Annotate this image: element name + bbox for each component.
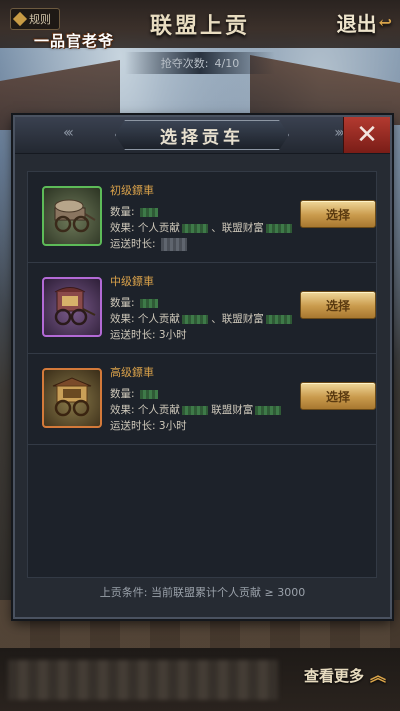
top-header: 规则 一品官老爷 联盟上贡 退出 ↩ [0, 0, 400, 50]
effect-wealth: 联盟财富 [211, 404, 254, 416]
dialog-title: 选择贡车 [160, 127, 244, 148]
dialog-header: ‹‹‹ 选择贡车 ››› ✕ [15, 117, 390, 154]
cart-name: 初级鏢車 [110, 184, 154, 197]
cart-row-intermediate: 中级鏢車 数量: 效果: 个人贡献 、联盟财富 运送时长: 3小时 选择 [28, 263, 376, 354]
exit-button[interactable]: 退出 ↩ [337, 8, 392, 37]
cart-row-advanced: 高级鏢車 数量: 效果: 个人贡献 联盟财富 运送时长: 3小时 选择 [28, 354, 376, 445]
tribute-condition: 上贡条件: 当前联盟累计个人贡献 ≥ 3000 [99, 586, 306, 599]
duration-line: 运送时长: 3小时 [110, 418, 187, 433]
basic-cart-thumbnail [42, 186, 102, 246]
quantity-line: 数量: [110, 295, 158, 310]
cart-name: 高级鏢車 [110, 366, 154, 379]
view-more-label: 查看更多 [303, 667, 364, 685]
duration-label: 运送时长: [110, 238, 156, 250]
pavilion-carriage-icon [52, 377, 92, 417]
select-button[interactable]: 选择 [300, 291, 376, 319]
cart-list: 初级鏢車 数量: 效果: 个人贡献 、联盟财富 运送时长: 选择 中级鏢車 数量… [27, 171, 377, 578]
ornament-left-icon: ‹‹‹ [63, 125, 74, 141]
chevron-up-icon: ︽ [369, 665, 386, 685]
effect-personal: 个人贡献 [137, 222, 180, 234]
redacted-personal-value [181, 405, 208, 415]
quantity-label: 数量: [110, 297, 135, 309]
dialog-title-plate: 选择贡车 [115, 120, 289, 150]
quantity-line: 数量: [110, 204, 158, 219]
duration-value: 3小时 [158, 329, 187, 341]
duration-line: 运送时长: [110, 236, 187, 251]
intermediate-cart-thumbnail [42, 277, 102, 337]
redacted-quantity [139, 207, 158, 217]
redacted-wealth-value [265, 223, 292, 233]
cart-name: 中级鏢車 [110, 275, 154, 288]
close-icon: ✕ [356, 120, 378, 150]
redacted-personal-value [181, 314, 208, 324]
cart-row-basic: 初级鏢車 数量: 效果: 个人贡献 、联盟财富 运送时长: 选择 [28, 172, 376, 263]
carriage-icon [54, 287, 96, 326]
effect-personal: 个人贡献 [137, 313, 180, 325]
redacted-duration [160, 237, 187, 251]
select-button[interactable]: 选择 [300, 382, 376, 410]
duration-label: 运送时长: [110, 420, 156, 432]
return-arrow-icon: ↩ [378, 13, 392, 32]
plunder-value: 4/10 [214, 56, 240, 70]
select-button[interactable]: 选择 [300, 200, 376, 228]
ornament-right-icon: ››› [334, 125, 345, 141]
effect-label: 效果: [110, 313, 135, 325]
effect-wealth: 、联盟财富 [211, 222, 264, 234]
effect-label: 效果: [110, 222, 135, 234]
select-cart-dialog: ‹‹‹ 选择贡车 ››› ✕ 初级鏢車 数量: 效果: 个人贡献 、联盟财富 运… [13, 115, 392, 619]
duration-label: 运送时长: [110, 329, 156, 341]
plunder-count-bar: 抢夺次数: 4/10 [125, 52, 275, 74]
effect-line: 效果: 个人贡献 联盟财富 [110, 402, 282, 417]
redacted-wealth-value [255, 405, 282, 415]
duration-value: 3小时 [158, 420, 187, 432]
redacted-personal-value [181, 223, 208, 233]
effect-line: 效果: 个人贡献 、联盟财富 [110, 311, 292, 326]
cart-icon [54, 199, 96, 233]
quantity-label: 数量: [110, 206, 135, 218]
plunder-label: 抢夺次数: [160, 57, 209, 70]
redacted-quantity [139, 298, 158, 308]
view-more-button[interactable]: 查看更多 ︽ [304, 665, 386, 686]
redacted-bottom-info [8, 660, 278, 700]
effect-label: 效果: [110, 404, 135, 416]
close-button[interactable]: ✕ [343, 117, 390, 153]
redacted-wealth-value [265, 314, 292, 324]
duration-line: 运送时长: 3小时 [110, 327, 187, 342]
redacted-quantity [139, 389, 158, 399]
exit-label: 退出 [336, 12, 377, 36]
effect-personal: 个人贡献 [137, 404, 180, 416]
quantity-label: 数量: [110, 388, 135, 400]
effect-line: 效果: 个人贡献 、联盟财富 [110, 220, 292, 235]
advanced-cart-thumbnail [42, 368, 102, 428]
effect-wealth: 、联盟财富 [211, 313, 264, 325]
quantity-line: 数量: [110, 386, 158, 401]
